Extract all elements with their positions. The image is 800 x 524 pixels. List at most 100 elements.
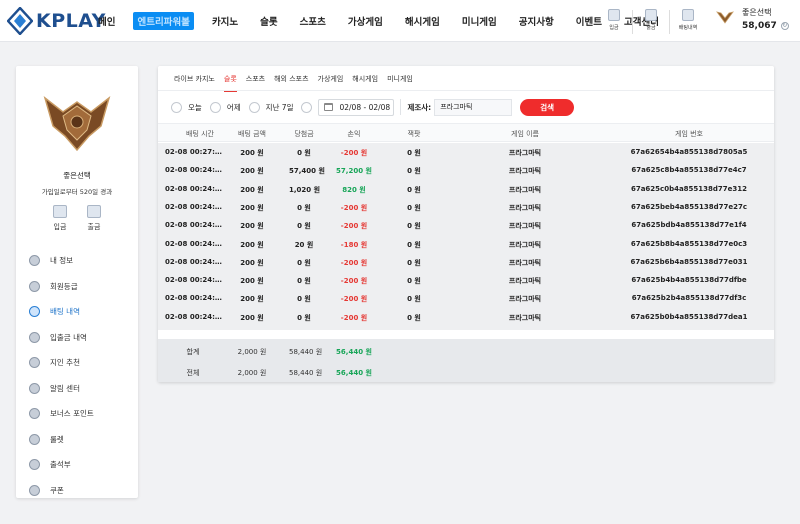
sidebar: 좋은선택 가입일로부터 520일 경과 입금 출금 내 정보 회원등급 배팅 내역 입… — [16, 66, 138, 498]
nav-item[interactable]: 카지노 — [212, 14, 238, 28]
nav-item[interactable]: 엔트리파워볼 — [133, 12, 194, 30]
tabs-divider — [158, 90, 774, 91]
logo[interactable]: KPLAY — [7, 7, 106, 35]
cell-bet-amount: 200 원 — [240, 203, 264, 212]
sidebar-menu-label: 알림 센터 — [50, 383, 80, 393]
menu-item-icon — [29, 306, 40, 318]
sidebar-menu-item[interactable]: 지인 추천 — [29, 350, 94, 376]
cell-game-id: 67a625bdb4a855138d77e1f4 — [631, 221, 747, 230]
user-name: 좋은선택 — [742, 8, 772, 17]
cell-profit-loss: -200 원 — [340, 277, 368, 286]
col-header-bet-amount[interactable]: 배팅 금액 — [235, 129, 269, 139]
cell-game-id: 67a625b0b4a855138d77dea1 — [630, 312, 748, 321]
table-footer: 합계 2,000 원 58,440 원 56,440 원 전체 2,000 원 58,440… — [158, 339, 774, 382]
nav-item[interactable]: 스포츠 — [300, 14, 326, 28]
sidebar-quick-actions: 입금 출금 — [49, 205, 117, 232]
cell-game-id: 67a625beb4a855138d77e27c — [630, 202, 748, 211]
sidebar-menu-item[interactable]: 쿠폰 — [29, 478, 94, 504]
sidebar-menu-item[interactable]: 알림 센터 — [29, 376, 94, 402]
cell-jackpot: 0 원 — [407, 203, 421, 212]
date-range-picker[interactable]: 02/08 - 02/08 — [318, 98, 395, 116]
filter-custom-radio[interactable] — [301, 101, 313, 113]
nav-item[interactable]: 메인 — [98, 14, 115, 28]
filter-today-label: 오늘 — [188, 102, 202, 112]
filter-today-radio[interactable] — [171, 101, 182, 113]
sidebar-withdraw-label: 출금 — [87, 223, 101, 231]
table-row[interactable]: 02-08 00:24:… 200 원 0 원 -200 원 0 원 프라그마틱 67a62… — [158, 289, 774, 307]
search-button[interactable]: 검색 — [520, 98, 575, 116]
cell-bet-time: 02-08 00:24:… — [165, 221, 222, 230]
sidebar-menu-item[interactable]: 출석부 — [29, 452, 94, 478]
provider-input[interactable] — [434, 98, 513, 116]
sidebar-join-days: 가입일로부터 520일 경과 — [41, 188, 113, 196]
table-row[interactable]: 02-08 00:24:… 200 원 20 원 -180 원 0 원 프라그마틱 67a6… — [158, 235, 774, 253]
header-deposit-button[interactable]: 입금 — [599, 9, 629, 35]
table-row[interactable]: 02-08 00:24:… 200 원 57,400 원 57,200 원 0 원 프라그… — [158, 161, 774, 179]
withdraw-icon — [87, 205, 101, 218]
header-quick-icons: 입금 출금 배팅내역 — [599, 9, 703, 35]
col-header-bet-time[interactable]: 배팅 시간 — [158, 129, 242, 139]
cell-bet-amount: 200 원 — [240, 295, 264, 304]
col-header-game-id[interactable]: 게임 번호 — [614, 129, 764, 139]
filter-divider — [400, 99, 402, 115]
cell-game-name: 프라그마틱 — [508, 149, 542, 157]
cell-game-id: 67a625b2b4a855138d77df3c — [631, 294, 747, 303]
sidebar-deposit-button[interactable]: 입금 — [49, 205, 71, 232]
table-row[interactable]: 02-08 00:24:… 200 원 1,020 원 820 원 0 원 프라그마틱 67… — [158, 180, 774, 198]
menu-item-icon — [29, 382, 40, 394]
cell-game-id: 67a625b6b4a855138d77e031 — [630, 257, 748, 266]
totals-profit-loss: 56,440 원 — [336, 348, 372, 356]
sidebar-withdraw-button[interactable]: 출금 — [83, 205, 105, 232]
cell-game-name: 프라그마틱 — [508, 258, 542, 267]
cell-bet-time: 02-08 00:27:… — [165, 148, 222, 156]
table-row[interactable]: 02-08 00:24:… 200 원 0 원 -200 원 0 원 프라그마틱 67a62… — [158, 198, 774, 216]
sidebar-menu-item[interactable]: 내 정보 — [29, 248, 94, 274]
nav-item[interactable]: 해시게임 — [405, 14, 440, 28]
calendar-icon — [324, 103, 334, 111]
col-header-profit-loss[interactable]: 손익 — [334, 129, 374, 139]
filter-last7days-radio[interactable] — [248, 101, 260, 113]
totals-label: 전체 — [186, 369, 200, 377]
refresh-icon[interactable]: ↻ — [780, 22, 789, 30]
sidebar-menu: 내 정보 회원등급배팅 내역입출금 내역지인 추천알림 센터보너스 포인트 룰렛 출석… — [29, 248, 94, 503]
table-row[interactable]: 02-08 00:24:… 200 원 0 원 -200 원 0 원 프라그마틱 67a62… — [158, 271, 774, 289]
table-row[interactable]: 02-08 00:24:… 200 원 0 원 -200 원 0 원 프라그마틱 67a62… — [158, 216, 774, 234]
cell-bet-amount: 200 원 — [240, 240, 264, 249]
cell-bet-amount: 200 원 — [240, 149, 264, 157]
cell-jackpot: 0 원 — [407, 240, 421, 249]
cell-bet-time: 02-08 00:24:… — [165, 294, 222, 303]
cell-bet-time: 02-08 00:24:… — [165, 202, 222, 211]
col-header-winnings[interactable]: 당첨금 — [289, 129, 319, 139]
sidebar-menu-item[interactable]: 룰렛 — [29, 427, 94, 453]
header-bet-history-button[interactable]: 배팅내역 — [673, 9, 703, 35]
nav-item[interactable]: 미니게임 — [462, 14, 497, 28]
table-row[interactable]: 02-08 00:24:… 200 원 0 원 -200 원 0 원 프라그마틱 67a62… — [158, 253, 774, 271]
user-info[interactable]: 좋은선택 58,067 ↻ — [716, 7, 789, 31]
nav-item[interactable]: 가상게임 — [348, 14, 383, 28]
top-header: KPLAY 메인 엔트리파워볼 카지노 슬롯 스포츠 가상게임 해시게임 미니게임 공지사항 이벤… — [0, 0, 800, 42]
header-withdraw-button[interactable]: 출금 — [636, 9, 666, 35]
rank-emblem-icon — [43, 95, 111, 152]
deposit-icon — [53, 205, 67, 218]
col-header-jackpot[interactable]: 잭팟 — [391, 129, 437, 139]
table-row[interactable]: 02-08 00:27:… 200 원 0 원 -200 원 0 원 프라그마틱 67a62… — [158, 143, 774, 161]
cell-bet-amount: 200 원 — [240, 185, 264, 194]
sidebar-menu-label: 지인 추천 — [50, 358, 80, 368]
sidebar-menu-item[interactable]: 입출금 내역 — [29, 325, 94, 351]
cell-profit-loss: 820 원 — [342, 185, 366, 194]
nav-item[interactable]: 공지사항 — [519, 14, 554, 28]
col-header-game-name[interactable]: 게임 이름 — [486, 129, 564, 139]
cell-game-name: 프라그마틱 — [508, 240, 542, 249]
sidebar-menu-item[interactable]: 보너스 포인트 — [29, 401, 94, 427]
filter-yesterday-radio[interactable] — [209, 101, 221, 113]
table-row[interactable]: 02-08 00:24:… 200 원 0 원 -200 원 0 원 프라그마틱 67a62… — [158, 308, 774, 326]
cell-game-id: 67a62654b4a855138d7805a5 — [630, 148, 748, 156]
sidebar-menu-item[interactable]: 배팅 내역 — [29, 299, 94, 325]
menu-item-icon — [29, 255, 40, 267]
nav-item[interactable]: 슬롯 — [260, 14, 277, 28]
totals-profit-loss: 56,440 원 — [336, 369, 372, 377]
sidebar-menu-label: 배팅 내역 — [50, 307, 80, 317]
cell-jackpot: 0 원 — [407, 258, 421, 267]
sidebar-menu-item[interactable]: 회원등급 — [29, 274, 94, 300]
cell-profit-loss: 57,200 원 — [336, 167, 372, 176]
